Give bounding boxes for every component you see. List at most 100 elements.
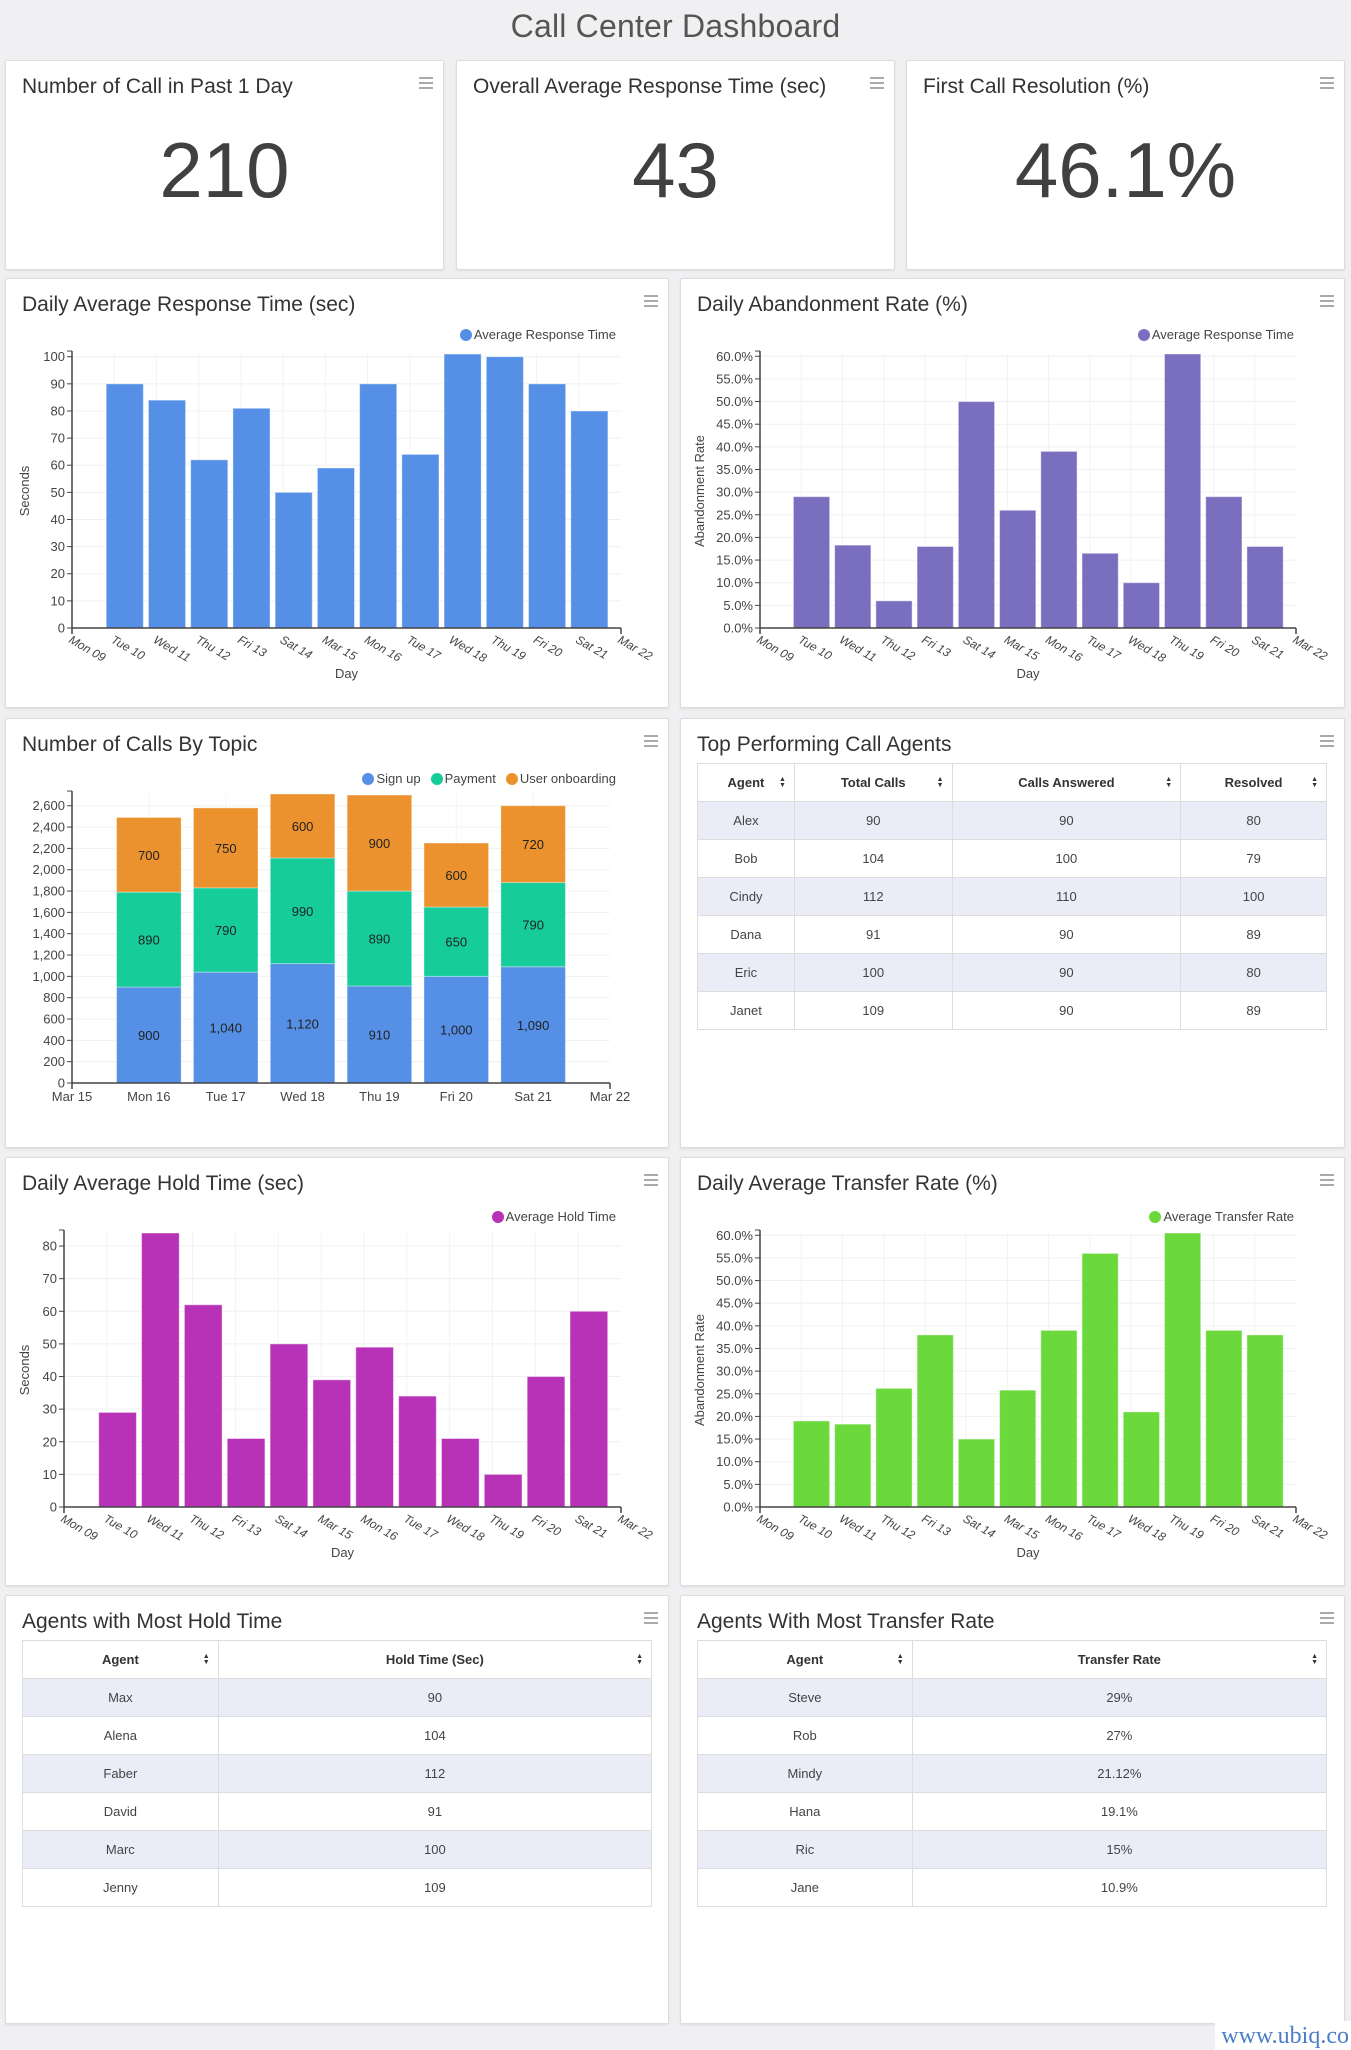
column-header[interactable]: Agent ▲ ▼ xyxy=(697,763,795,802)
bar[interactable] xyxy=(398,1395,437,1508)
table-cell: 89 xyxy=(1180,991,1327,1030)
bar[interactable] xyxy=(570,410,609,629)
bar[interactable] xyxy=(1205,496,1243,629)
hamburger-menu-icon[interactable] xyxy=(1320,1612,1334,1624)
y-tick-label: 55.0% xyxy=(716,371,753,386)
bar[interactable] xyxy=(957,401,996,629)
column-header[interactable]: Hold Time (Sec) ▲ ▼ xyxy=(217,1640,653,1679)
bar[interactable] xyxy=(792,496,831,629)
bar[interactable] xyxy=(1081,1252,1119,1508)
sort-updown-icon[interactable]: ▲ ▼ xyxy=(897,1653,904,1666)
hamburger-menu-icon[interactable] xyxy=(1320,77,1334,89)
column-header[interactable]: Calls Answered ▲ ▼ xyxy=(951,763,1182,802)
bar[interactable] xyxy=(443,353,482,629)
column-header[interactable]: Transfer Rate ▲ ▼ xyxy=(911,1640,1328,1679)
table-row[interactable]: Faber 112 xyxy=(22,1754,653,1793)
bar[interactable] xyxy=(98,1411,137,1508)
bar[interactable] xyxy=(232,407,271,629)
hamburger-menu-icon[interactable] xyxy=(1320,735,1334,747)
bar[interactable] xyxy=(916,1334,954,1508)
bar[interactable] xyxy=(916,545,954,629)
bar[interactable] xyxy=(1040,1329,1078,1508)
bar[interactable] xyxy=(269,1343,309,1508)
bar[interactable] xyxy=(1163,1232,1202,1508)
y-tick-label: 1,000 xyxy=(32,969,65,984)
bar[interactable] xyxy=(105,383,144,629)
sort-updown-icon[interactable]: ▲ ▼ xyxy=(1165,776,1172,789)
bar[interactable] xyxy=(401,453,440,629)
table-row[interactable]: Jenny 109 xyxy=(22,1868,653,1907)
column-header-label: Transfer Rate xyxy=(1077,1652,1161,1667)
sort-updown-icon[interactable]: ▲ ▼ xyxy=(636,1653,643,1666)
bar[interactable] xyxy=(834,544,872,629)
bar[interactable] xyxy=(1246,1334,1284,1508)
table-row[interactable]: Jane 10.9% xyxy=(697,1868,1328,1907)
table-row[interactable]: Janet 109 90 89 xyxy=(697,991,1327,1030)
table-row[interactable]: David 91 xyxy=(22,1792,653,1831)
hamburger-menu-icon[interactable] xyxy=(644,1612,658,1624)
sort-updown-icon[interactable]: ▲ ▼ xyxy=(1311,1653,1318,1666)
table-row[interactable]: Eric 100 90 80 xyxy=(697,953,1327,992)
table-row[interactable]: Ric 15% xyxy=(697,1830,1328,1869)
x-tick-label: Wed 11 xyxy=(837,1511,879,1543)
table-row[interactable]: Bob 104 100 79 xyxy=(697,839,1327,878)
bar[interactable] xyxy=(485,356,524,629)
table-cell: 110 xyxy=(951,877,1182,916)
bar[interactable] xyxy=(957,1438,996,1508)
bar[interactable] xyxy=(792,1420,831,1508)
table-row[interactable]: Steve 29% xyxy=(697,1678,1328,1717)
sort-updown-icon[interactable]: ▲ ▼ xyxy=(203,1653,210,1666)
bar[interactable] xyxy=(999,509,1037,629)
bar[interactable] xyxy=(226,1438,266,1508)
bar[interactable] xyxy=(312,1379,352,1508)
bar[interactable] xyxy=(1163,353,1202,629)
bar[interactable] xyxy=(1246,545,1284,629)
bar[interactable] xyxy=(359,383,398,629)
table-row[interactable]: Alex 90 90 80 xyxy=(697,801,1327,840)
bar[interactable] xyxy=(834,1423,872,1508)
table-row[interactable]: Cindy 112 110 100 xyxy=(697,877,1327,916)
sort-updown-icon[interactable]: ▲ ▼ xyxy=(779,776,786,789)
bar[interactable] xyxy=(569,1310,609,1508)
bar[interactable] xyxy=(316,467,356,629)
bar[interactable] xyxy=(440,1438,480,1508)
table-row[interactable]: Dana 91 90 89 xyxy=(697,915,1327,954)
bar[interactable] xyxy=(355,1346,394,1508)
bar[interactable] xyxy=(1122,582,1161,629)
hamburger-menu-icon[interactable] xyxy=(419,77,433,89)
table-row[interactable]: Rob 27% xyxy=(697,1716,1328,1755)
table-cell: 104 xyxy=(217,1716,653,1755)
column-header[interactable]: Agent ▲ ▼ xyxy=(697,1640,913,1679)
bar[interactable] xyxy=(1205,1329,1243,1508)
bar[interactable] xyxy=(999,1389,1037,1508)
hamburger-menu-icon[interactable] xyxy=(870,77,884,89)
table-row[interactable]: Mindy 21.12% xyxy=(697,1754,1328,1793)
table-row[interactable]: Marc 100 xyxy=(22,1830,653,1869)
bar[interactable] xyxy=(183,1304,223,1508)
bar[interactable] xyxy=(1040,450,1078,629)
x-tick-label: Wed 11 xyxy=(151,632,193,664)
column-header[interactable]: Agent ▲ ▼ xyxy=(22,1640,219,1679)
bar[interactable] xyxy=(1081,552,1119,629)
column-header[interactable]: Resolved ▲ ▼ xyxy=(1180,763,1327,802)
table-cell: Marc xyxy=(22,1830,219,1869)
sort-updown-icon[interactable]: ▲ ▼ xyxy=(937,776,944,789)
bar[interactable] xyxy=(147,399,187,629)
table-row[interactable]: Alena 104 xyxy=(22,1716,653,1755)
x-tick-label: Tue 17 xyxy=(206,1089,246,1104)
bar[interactable] xyxy=(1122,1411,1161,1508)
sort-updown-icon[interactable]: ▲ ▼ xyxy=(1311,776,1318,789)
bar[interactable] xyxy=(528,383,567,629)
kpi-value: 46.1% xyxy=(1014,126,1237,214)
table-row[interactable]: Hana 19.1% xyxy=(697,1792,1328,1831)
bar[interactable] xyxy=(875,1387,913,1508)
bar[interactable] xyxy=(875,600,913,629)
bar[interactable] xyxy=(483,1473,523,1508)
bar[interactable] xyxy=(274,491,313,629)
column-header[interactable]: Total Calls ▲ ▼ xyxy=(793,763,953,802)
bar[interactable] xyxy=(141,1232,180,1508)
table-row[interactable]: Max 90 xyxy=(22,1678,653,1717)
table-cell: 109 xyxy=(217,1868,653,1907)
bar[interactable] xyxy=(190,459,229,629)
bar[interactable] xyxy=(526,1376,566,1508)
